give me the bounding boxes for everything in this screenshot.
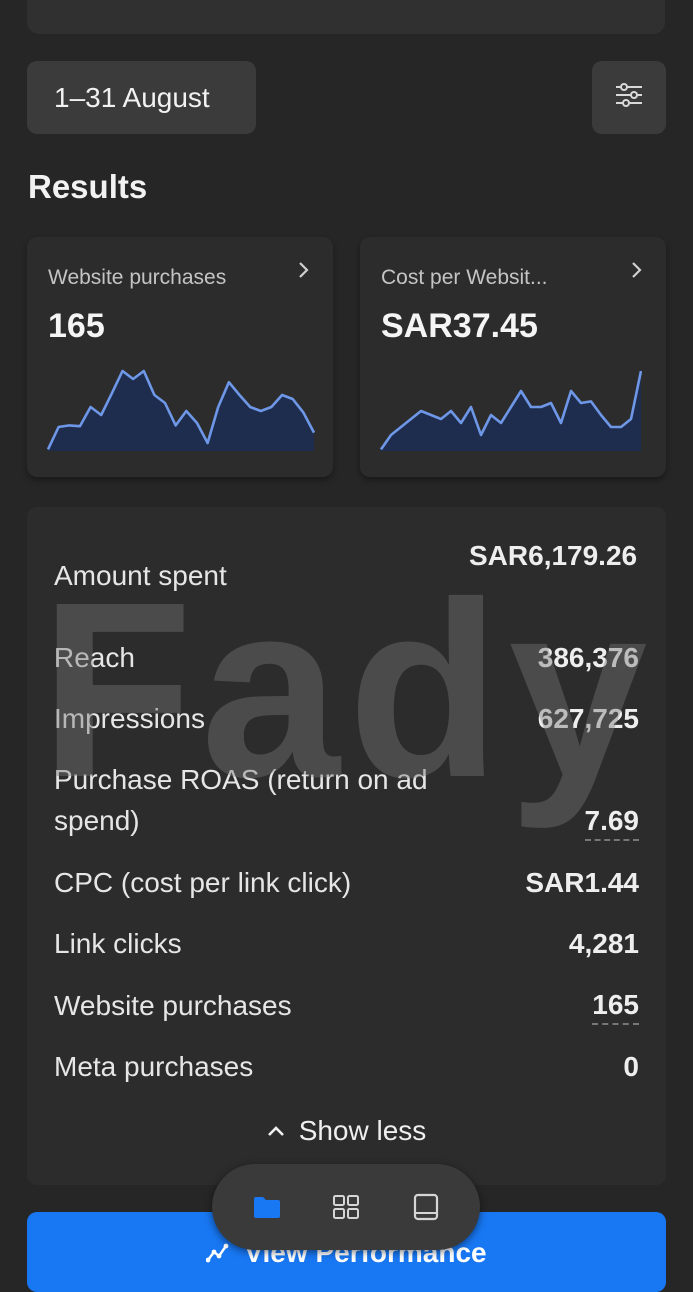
metric-value: SAR37.45 <box>381 307 538 345</box>
row-label-meta-purchases: Meta purchases <box>54 1051 254 1082</box>
tab-folder[interactable] <box>242 1182 292 1232</box>
folder-icon <box>253 1197 280 1218</box>
row-value-reach: 386,376 <box>537 642 639 673</box>
row-label-amount-spent: Amount spent <box>54 560 227 591</box>
row-label-purchase-roas: Purchase ROAS (return on ad spend) <box>54 764 428 836</box>
row-value-impressions: 627,725 <box>537 703 639 734</box>
metric-card-cost-per-purchase[interactable]: Cost per Websit... SAR37.45 <box>360 237 666 477</box>
floating-tab-bar <box>212 1164 480 1250</box>
trend-line-icon <box>206 1243 229 1263</box>
metric-value: 165 <box>48 307 105 345</box>
row-value-purchase-roas[interactable]: 7.69 <box>584 803 639 841</box>
tab-grid[interactable] <box>321 1182 371 1232</box>
chevron-right-icon <box>297 261 311 284</box>
metric-label: Cost per Websit... <box>381 266 548 289</box>
row-value-cpc: SAR1.44 <box>525 867 639 898</box>
row-value-amount-spent: SAR6,179.26 <box>469 540 638 571</box>
row-label-link-clicks: Link clicks <box>54 928 182 959</box>
row-label-website-purchases: Website purchases <box>54 990 292 1021</box>
show-less-button[interactable]: Show less <box>27 1115 666 1147</box>
sparkline-chart <box>47 369 315 451</box>
row-label-impressions: Impressions <box>54 703 205 734</box>
row-label-reach: Reach <box>54 642 135 673</box>
metric-card-website-purchases[interactable]: Website purchases 165 <box>27 237 333 477</box>
row-value-link-clicks: 4,281 <box>568 928 639 959</box>
show-less-label: Show less <box>298 1115 427 1146</box>
sliders-icon <box>614 83 644 112</box>
tablet-icon <box>413 1193 438 1221</box>
chevron-right-icon <box>630 261 644 284</box>
previous-card-edge <box>27 0 665 34</box>
metric-label: Website purchases <box>48 266 227 289</box>
row-value-website-purchases[interactable]: 165 <box>592 987 639 1025</box>
row-value-meta-purchases: 0 <box>623 1051 639 1082</box>
grid-icon <box>333 1195 359 1219</box>
tab-tablet[interactable] <box>401 1182 451 1232</box>
row-label-cpc: CPC (cost per link click) <box>54 867 352 898</box>
sparkline-chart <box>380 370 642 451</box>
results-heading: Results <box>28 168 148 205</box>
date-range-button[interactable]: 1–31 August <box>27 61 256 134</box>
chevron-up-icon <box>267 1126 284 1136</box>
date-range-label: 1–31 August <box>54 81 210 113</box>
filter-button[interactable] <box>592 61 666 134</box>
results-summary-card: Amount spent SAR6,179.26 Reach 386,376 I… <box>27 507 666 1185</box>
